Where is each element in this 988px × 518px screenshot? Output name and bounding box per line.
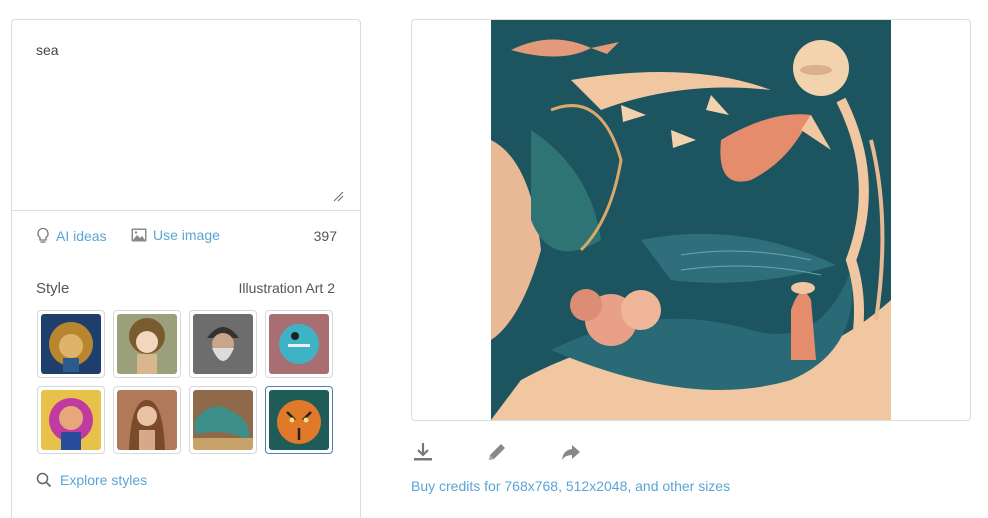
style-thumb-pop-art[interactable] bbox=[37, 386, 105, 454]
style-thumb-lion[interactable] bbox=[37, 310, 105, 378]
share-arrow-icon[interactable] bbox=[559, 440, 583, 464]
style-thumb-desk-worker[interactable] bbox=[265, 310, 333, 378]
character-count: 397 bbox=[313, 228, 337, 244]
style-heading: Style bbox=[36, 280, 70, 297]
style-thumb-anime-girl[interactable] bbox=[113, 310, 181, 378]
divider bbox=[12, 210, 360, 211]
prompt-tools: AI ideas Use image 397 bbox=[36, 227, 337, 247]
selected-style-name: Illustration Art 2 bbox=[238, 280, 336, 296]
use-image-button[interactable]: Use image bbox=[131, 227, 220, 243]
prompt-panel: sea AI ideas Use image 397 Style Illustr… bbox=[11, 19, 361, 518]
style-thumb-dragon[interactable] bbox=[189, 386, 257, 454]
ai-ideas-button[interactable]: AI ideas bbox=[36, 227, 107, 244]
download-icon[interactable] bbox=[411, 440, 435, 464]
explore-styles-label: Explore styles bbox=[60, 472, 148, 488]
ai-ideas-label: AI ideas bbox=[56, 227, 107, 244]
style-thumb-tiger-selected[interactable] bbox=[265, 386, 333, 454]
image-actions bbox=[411, 440, 611, 464]
image-icon bbox=[131, 228, 147, 242]
style-thumb-bearded-man[interactable] bbox=[189, 310, 257, 378]
buy-credits-link[interactable]: Buy credits for 768x768, 512x2048, and o… bbox=[411, 478, 730, 494]
style-thumb-portrait-woman[interactable] bbox=[113, 386, 181, 454]
explore-styles-link[interactable]: Explore styles bbox=[36, 472, 147, 488]
lightbulb-icon bbox=[37, 227, 49, 243]
pencil-icon[interactable] bbox=[485, 440, 509, 464]
resize-grip-icon[interactable] bbox=[332, 190, 344, 202]
result-image-frame bbox=[411, 19, 971, 421]
prompt-input[interactable]: sea bbox=[12, 20, 360, 210]
generated-image[interactable] bbox=[491, 20, 891, 420]
search-icon bbox=[36, 472, 52, 488]
use-image-label: Use image bbox=[153, 227, 220, 243]
